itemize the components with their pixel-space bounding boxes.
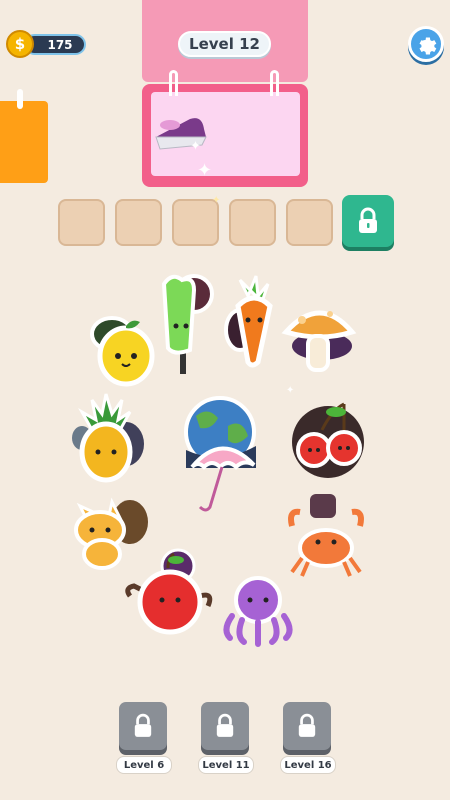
- locked-slot-button[interactable]: [342, 195, 394, 247]
- cherries-sticker[interactable]: [288, 400, 368, 480]
- coin-amount: 175: [47, 37, 73, 52]
- umbrella-sticker[interactable]: [186, 435, 261, 515]
- pineapple-sticker[interactable]: [68, 390, 148, 485]
- locked-level-button[interactable]: [283, 702, 331, 750]
- lock-icon: [216, 713, 234, 737]
- level-label: Level 6: [116, 756, 172, 774]
- collection-slot-5[interactable]: [286, 199, 333, 246]
- collection-slot-3[interactable]: [172, 199, 219, 246]
- mushroom-sticker[interactable]: [280, 298, 360, 378]
- lock-icon: [298, 713, 316, 737]
- level-title-text: Level 12: [189, 35, 260, 53]
- level-title: Level 12: [178, 31, 271, 57]
- sparkle-icon: ✦: [212, 195, 221, 206]
- lock-icon: [359, 207, 377, 233]
- iron-icon: [155, 118, 207, 150]
- board-hook-right: [270, 70, 279, 96]
- side-board-hook: [17, 89, 23, 109]
- lock-icon: [134, 713, 152, 737]
- locked-level-button[interactable]: [119, 702, 167, 750]
- crab-sticker[interactable]: [286, 492, 366, 582]
- level-label: Level 11: [198, 756, 254, 774]
- lemon-sticker[interactable]: [84, 310, 159, 390]
- collection-slot-4[interactable]: [229, 199, 276, 246]
- sparkle-icon: ✦: [197, 160, 213, 181]
- sparkle-icon: ✦: [286, 385, 295, 396]
- sparkle-icon: ✦: [190, 139, 201, 154]
- level-label: Level 16: [280, 756, 336, 774]
- octopus-sticker[interactable]: [218, 566, 298, 647]
- sticker-area: [0, 260, 450, 660]
- board-hook-left: [169, 70, 178, 96]
- collection-slot-1[interactable]: [58, 199, 105, 246]
- carrot-sticker[interactable]: [218, 270, 288, 370]
- gear-icon: [419, 37, 437, 55]
- popsicle-sticker[interactable]: [150, 270, 215, 380]
- collection-slot-2[interactable]: [115, 199, 162, 246]
- side-board: [0, 101, 48, 183]
- coin-icon: $: [6, 30, 34, 58]
- apple-sticker[interactable]: [124, 542, 219, 637]
- settings-button[interactable]: [408, 26, 444, 62]
- locked-level-button[interactable]: [201, 702, 249, 750]
